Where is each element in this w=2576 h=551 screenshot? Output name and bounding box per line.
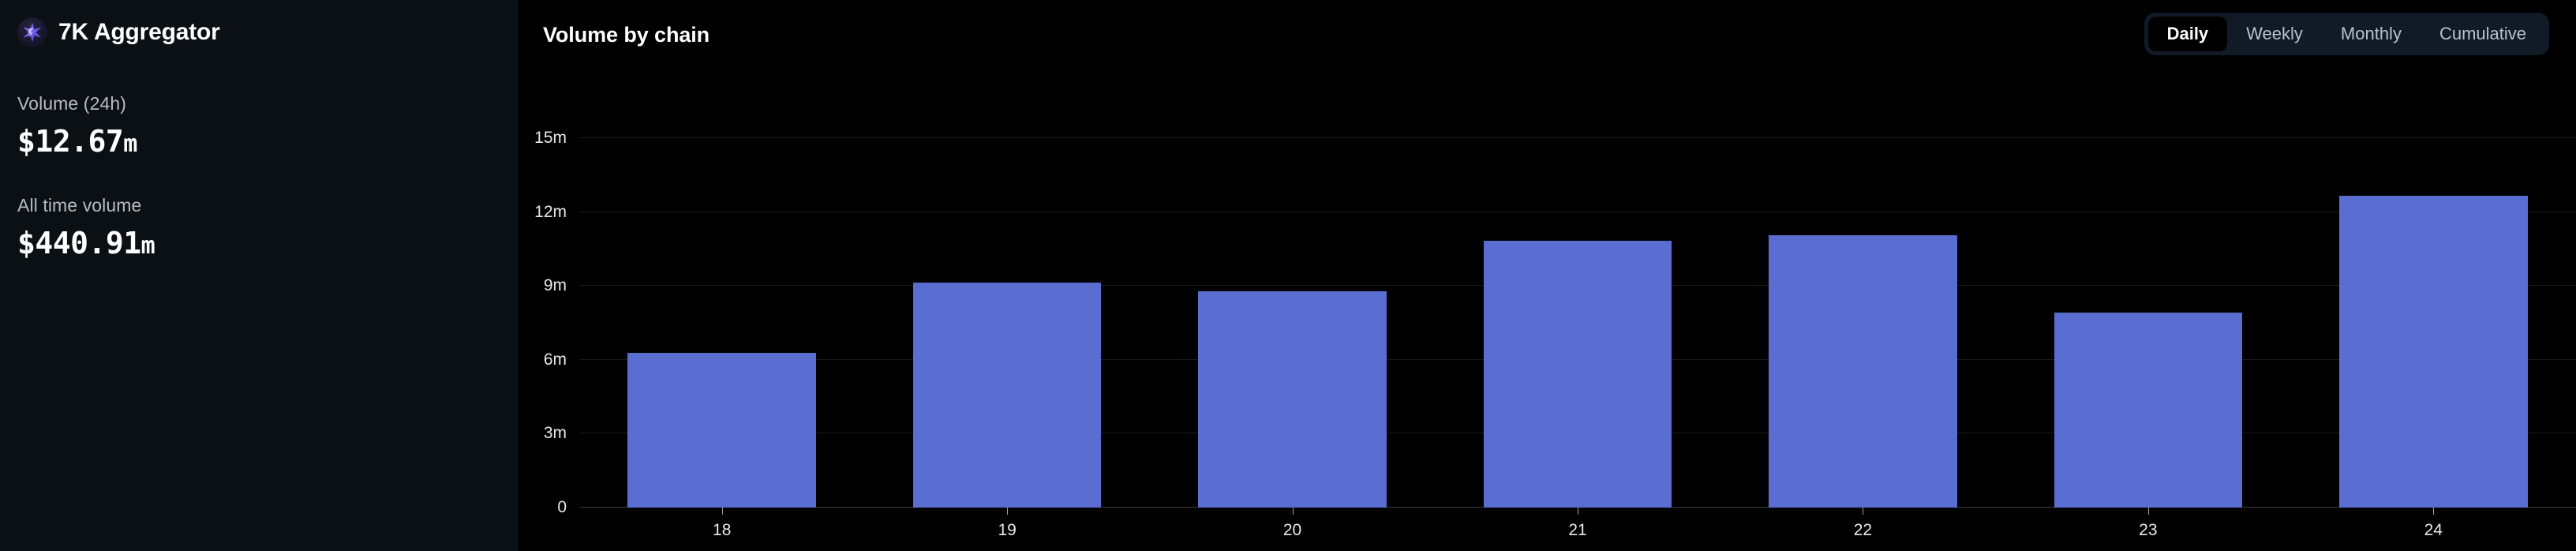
y-axis-tick-label: 6m — [543, 350, 567, 369]
chart-bar[interactable] — [1198, 291, 1387, 508]
chart-bar[interactable] — [1769, 235, 1957, 508]
stat-label-volume-24h: Volume (24h) — [17, 93, 126, 114]
tab-daily[interactable]: Daily — [2147, 17, 2228, 51]
x-axis-tick-label: 22 — [1853, 521, 1873, 539]
chart-axes: 0 3m 6m 9m 12m 15m 18 19 20 21 22 23 24 — [534, 58, 2576, 551]
y-axis-tick-label: 0 — [557, 498, 567, 516]
chart-panel-header: Volume by chain Daily Weekly Monthly Cumula… — [518, 0, 2576, 58]
chart-plot-area: DefiLlama 03m6m9m12m15m18192021222324 — [518, 58, 2576, 551]
chart-bar[interactable] — [2339, 195, 2528, 508]
tab-weekly[interactable]: Weekly — [2227, 17, 2322, 51]
x-axis-tick-mark — [721, 508, 723, 515]
page-root: 7K Aggregator Volume (24h) $12.67m All t… — [0, 0, 2576, 551]
7k-star-logo-icon — [17, 17, 47, 47]
x-axis-tick-mark — [2147, 508, 2149, 515]
y-axis-tick-label: 15m — [534, 129, 567, 147]
stat-all-time-volume: All time volume $440.91m — [17, 195, 500, 261]
chart-panel: Volume by chain Daily Weekly Monthly Cumula… — [518, 0, 2576, 551]
x-axis-tick-label: 21 — [1568, 521, 1587, 539]
sidebar: 7K Aggregator Volume (24h) $12.67m All t… — [0, 0, 518, 551]
x-axis-tick-label: 23 — [2139, 521, 2158, 539]
brand-name: 7K Aggregator — [58, 19, 220, 45]
interval-tab-group: Daily Weekly Monthly Cumulative — [2144, 13, 2549, 55]
x-axis-tick-mark — [1007, 508, 1009, 515]
x-axis-tick-label: 24 — [2424, 521, 2443, 539]
stat-value-all-time-volume: $440.91m — [17, 226, 500, 261]
x-axis-tick-mark — [1292, 508, 1294, 515]
stat-label-all-time-volume: All time volume — [17, 195, 142, 216]
tab-monthly[interactable]: Monthly — [2322, 17, 2421, 51]
stat-value-all-time-volume-unit: m — [140, 232, 155, 260]
stat-value-volume-24h-number: $12.67 — [17, 124, 124, 159]
stat-value-all-time-volume-number: $440.91 — [17, 226, 141, 261]
chart-bar[interactable] — [912, 283, 1102, 508]
y-axis-tick-label: 9m — [543, 276, 567, 295]
x-axis-tick-mark — [2433, 508, 2435, 515]
y-axis-tick-label: 12m — [534, 202, 567, 221]
stat-value-volume-24h: $12.67m — [17, 124, 500, 159]
stat-volume-24h: Volume (24h) $12.67m — [17, 93, 500, 159]
chart-title: Volume by chain — [543, 22, 710, 47]
brand-header: 7K Aggregator — [17, 17, 500, 47]
chart-bar[interactable] — [627, 352, 816, 508]
y-axis-tick-label: 3m — [543, 424, 567, 443]
chart-bar[interactable] — [2054, 312, 2243, 508]
chart-bar[interactable] — [1483, 241, 1672, 508]
stat-value-volume-24h-unit: m — [123, 130, 137, 158]
x-axis-tick-label: 19 — [998, 521, 1017, 539]
tab-cumulative[interactable]: Cumulative — [2421, 17, 2545, 51]
x-axis-tick-label: 18 — [713, 521, 732, 539]
gridline-15m — [579, 137, 2576, 138]
x-axis-tick-label: 20 — [1282, 521, 1302, 539]
